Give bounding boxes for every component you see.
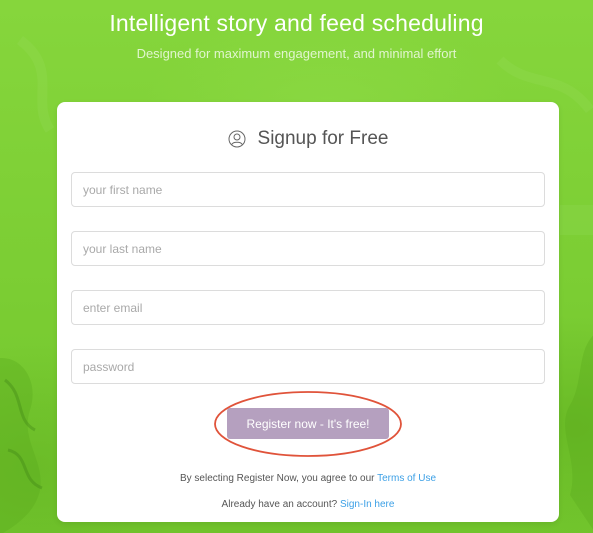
signin-prefix: Already have an account? [221,499,338,510]
email-input[interactable] [71,290,545,325]
signin-text: Already have an account? Sign-In here [57,499,559,510]
user-circle-icon [228,130,246,148]
register-area: Register now - It's free! [213,389,403,459]
signup-title: Signup for Free [257,128,389,149]
terms-of-use-link[interactable]: Terms of Use [377,473,436,484]
sign-in-link[interactable]: Sign-In here [340,499,394,510]
register-button[interactable]: Register now - It's free! [227,408,389,439]
hero-subtitle: Designed for maximum engagement, and min… [136,46,457,61]
signup-card: Signup for Free Register now - It's free… [57,102,559,522]
first-name-input[interactable] [71,172,545,207]
password-input[interactable] [71,349,545,384]
signup-header: Signup for Free [57,128,559,156]
last-name-input[interactable] [71,231,545,266]
terms-text: By selecting Register Now, you agree to … [57,473,559,484]
terms-prefix: By selecting Register Now, you agree to … [179,473,375,484]
hero-section: Intelligent story and feed scheduling De… [0,8,593,62]
hero-title: Intelligent story and feed scheduling [109,10,484,36]
